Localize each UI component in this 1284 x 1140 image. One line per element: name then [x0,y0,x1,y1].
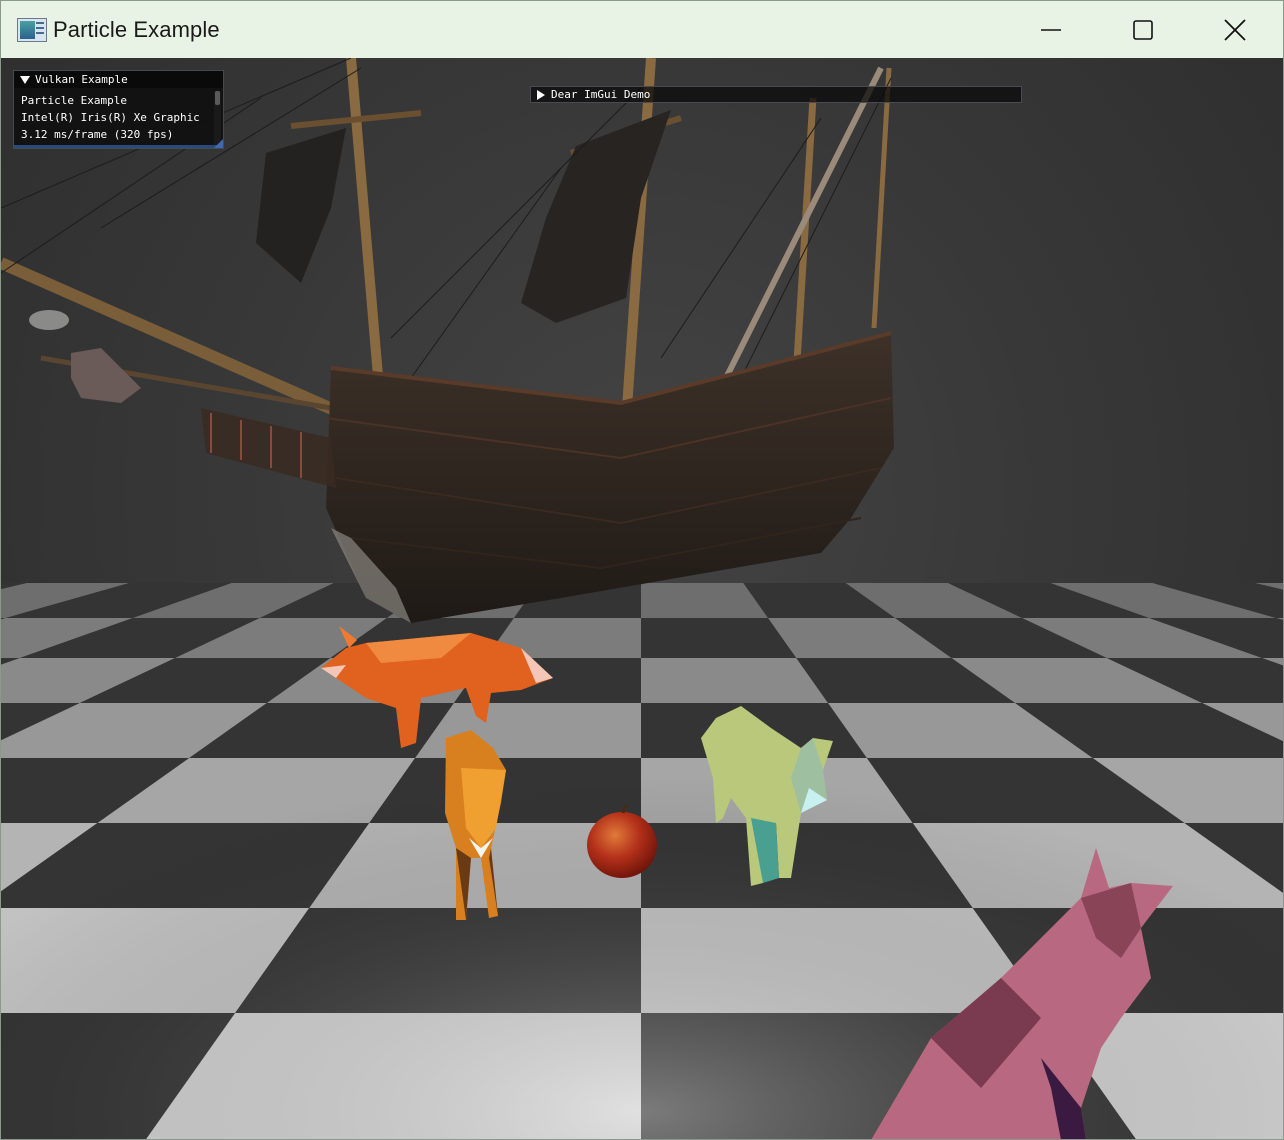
imgui-demo-panel[interactable]: Dear ImGui Demo [530,86,1022,103]
collapse-arrow-icon[interactable] [20,75,30,84]
info-line-gpu-name: Intel(R) Iris(R) Xe Graphic [21,111,200,124]
app-window: Particle Example Vulkan Example Particle… [0,0,1284,1140]
scrollbar-thumb[interactable] [215,91,220,105]
vulkan-example-panel[interactable]: Vulkan Example Particle Example Intel(R)… [13,70,224,149]
imgui-demo-title: Dear ImGui Demo [551,88,651,101]
close-icon [1224,18,1246,41]
app-icon [17,17,47,42]
info-line-frame-time: 3.12 ms/frame (320 fps) [21,128,174,141]
info-line-example-name: Particle Example [21,94,127,107]
vulkan-example-title: Vulkan Example [35,73,128,86]
panel-bottom-border [14,145,223,148]
expand-arrow-icon[interactable] [537,89,545,100]
maximize-icon [1133,19,1153,40]
render-viewport[interactable]: Vulkan Example Particle Example Intel(R)… [1,58,1283,1139]
scene-canvas [1,58,1283,1139]
resize-grip-icon[interactable] [214,139,223,148]
close-button[interactable] [1189,1,1281,58]
window-title: Particle Example [53,16,220,42]
title-bar[interactable]: Particle Example [1,1,1283,58]
minimize-button[interactable] [1005,1,1097,58]
vulkan-example-body: Particle Example Intel(R) Iris(R) Xe Gra… [14,88,209,143]
maximize-button[interactable] [1097,1,1189,58]
vulkan-example-titlebar[interactable]: Vulkan Example [14,71,223,88]
minimize-icon [1041,28,1061,31]
vulkan-example-scrollbar[interactable] [214,91,221,145]
